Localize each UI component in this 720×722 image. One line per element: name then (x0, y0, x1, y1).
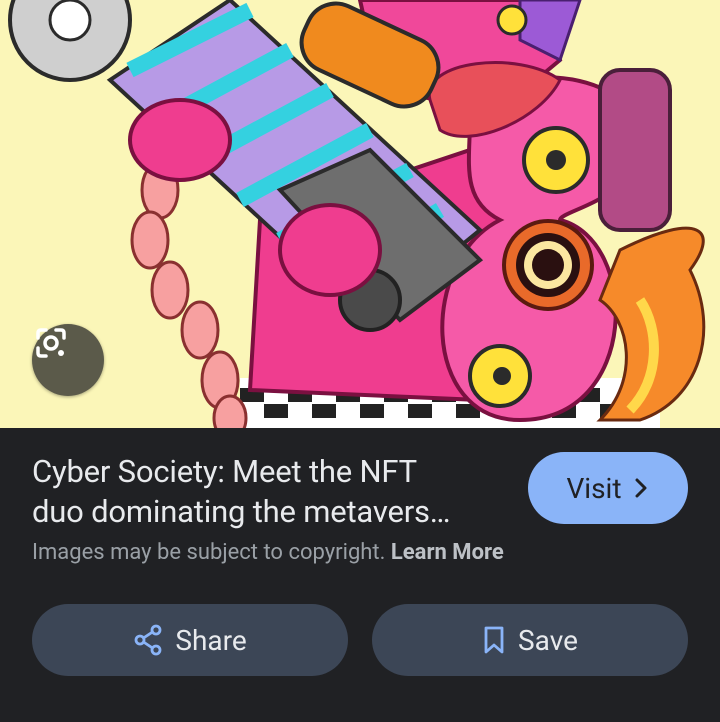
image-info-panel: Cyber Society: Meet the NFT duo dominati… (0, 428, 720, 722)
visit-label: Visit (566, 471, 622, 505)
nft-artwork (0, 0, 720, 428)
title-line-2: duo dominating the metavers… (32, 493, 451, 530)
bookmark-icon (484, 626, 504, 654)
title-line-1: Cyber Society: Meet the NFT (32, 453, 417, 490)
page-title[interactable]: Cyber Society: Meet the NFT duo dominati… (32, 452, 512, 532)
share-label: Share (175, 623, 247, 657)
share-button[interactable]: Share (32, 604, 348, 676)
lens-button[interactable] (32, 324, 104, 396)
save-label: Save (518, 623, 578, 657)
preview-image[interactable] (0, 0, 720, 428)
learn-more-link[interactable]: Learn More (391, 540, 504, 565)
copyright-text: Images may be subject to copyright. (32, 540, 386, 565)
copyright-notice: Images may be subject to copyright. Lear… (32, 540, 504, 565)
save-button[interactable]: Save (372, 604, 688, 676)
share-icon (134, 624, 162, 656)
visit-button[interactable]: Visit (528, 452, 688, 524)
chevron-right-icon (635, 478, 647, 498)
lens-icon (36, 328, 66, 358)
